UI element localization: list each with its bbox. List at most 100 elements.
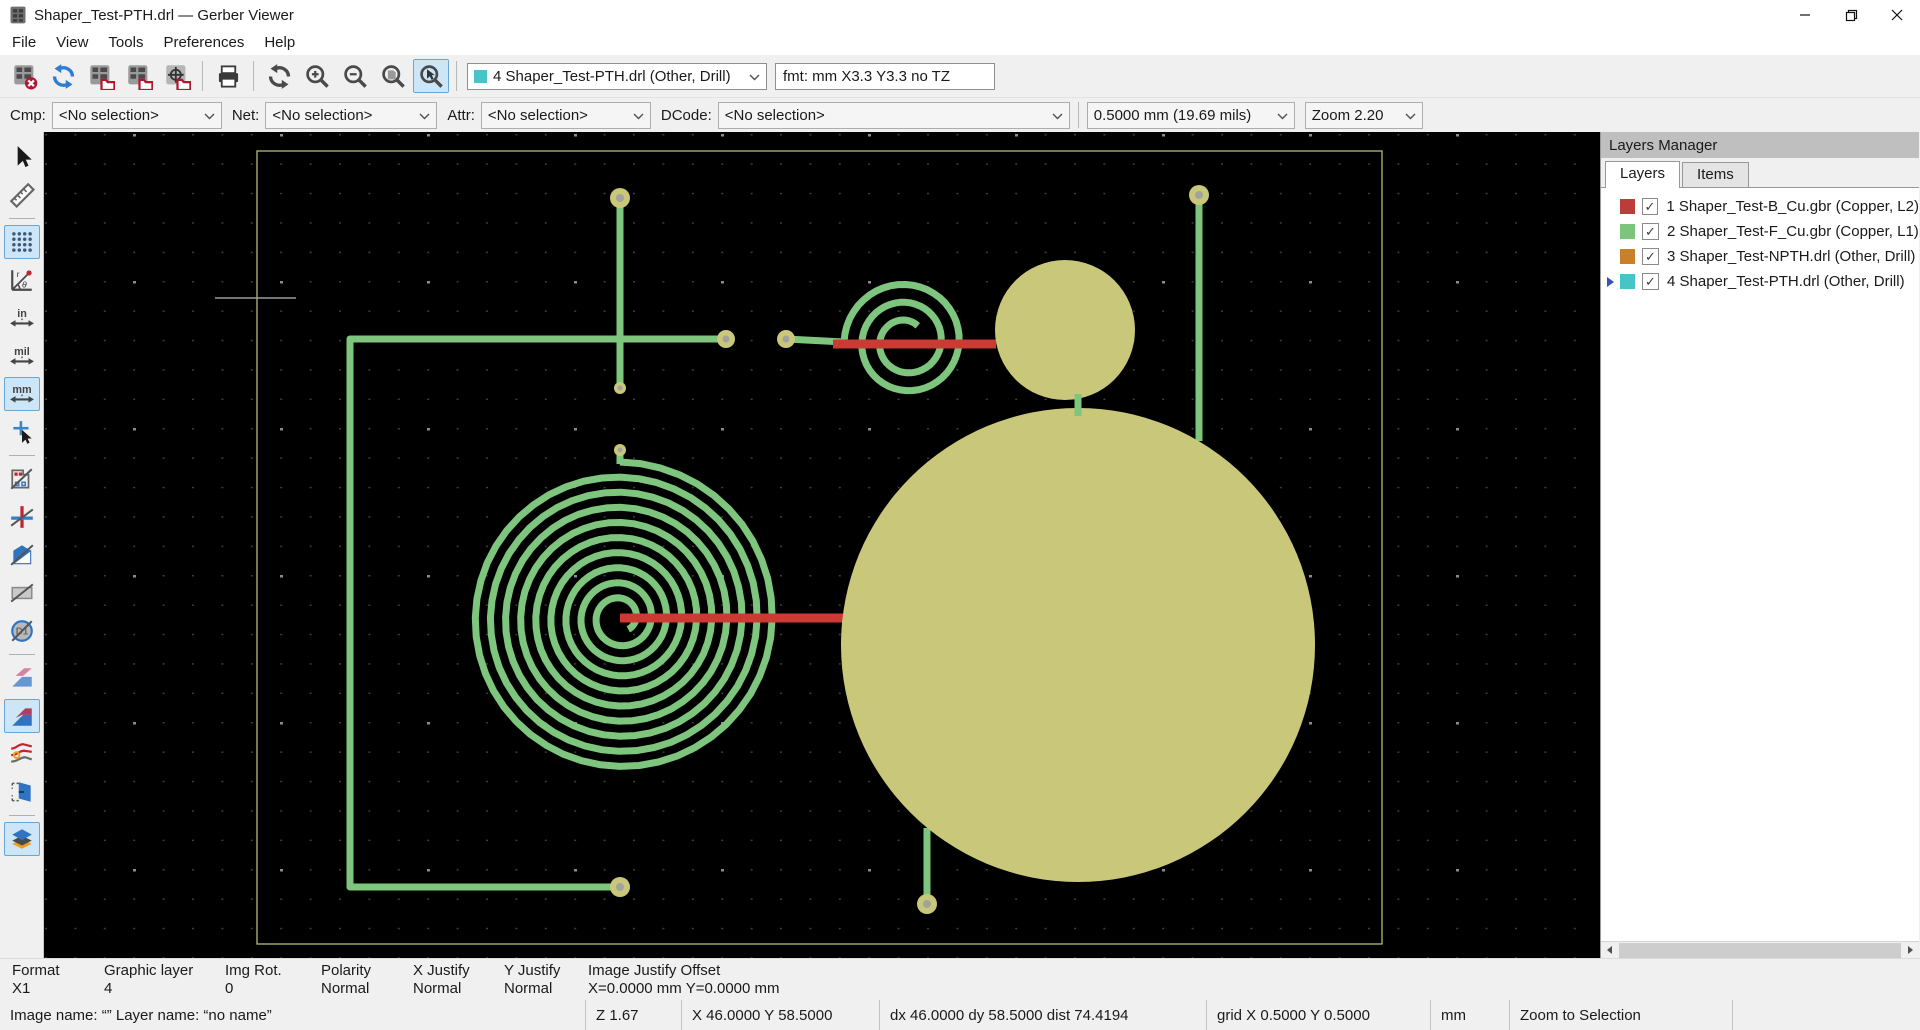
zoom-fit-button[interactable] [375, 59, 411, 93]
layer-color-swatch[interactable] [1620, 274, 1635, 289]
layer-visibility-checkbox[interactable]: ✓ [1642, 223, 1659, 240]
open-gerber-file-icon [88, 63, 115, 90]
tab-items[interactable]: Items [1682, 162, 1749, 187]
show-page-limits-button[interactable] [4, 775, 40, 809]
attr-select[interactable]: <No selection> [481, 102, 651, 129]
select-tool-icon [9, 144, 35, 170]
info-format: FormatX1 [12, 959, 104, 1000]
scroll-left-icon[interactable] [1601, 942, 1618, 959]
clear-all-layers-button[interactable] [7, 59, 43, 93]
chevron-down-icon [1269, 107, 1288, 124]
layer-visibility-checkbox[interactable]: ✓ [1642, 248, 1659, 265]
highlight-net-button[interactable] [4, 737, 40, 771]
status-cell-4: grid X 0.5000 Y 0.5000 [1206, 1000, 1430, 1030]
restore-button[interactable] [1828, 0, 1874, 30]
close-button[interactable] [1874, 0, 1920, 30]
units-mils-icon: mil [9, 343, 35, 369]
layer-name[interactable]: 4 Shaper_Test-PTH.drl (Other, Drill) [1667, 273, 1905, 290]
zoom-fit-icon [380, 63, 407, 90]
menu-tools[interactable]: Tools [98, 32, 153, 53]
scrollbar-thumb[interactable] [1619, 943, 1901, 958]
toolbar-separator [9, 815, 35, 816]
diff-mode-button[interactable] [4, 661, 40, 695]
svg-text:in: in [17, 308, 27, 320]
redraw-view-button[interactable] [261, 59, 297, 93]
sketch-flashed-items-button[interactable] [4, 462, 40, 496]
select-tool-button[interactable] [4, 140, 40, 174]
zoom-out-button[interactable] [337, 59, 373, 93]
toolbar-separator [202, 61, 203, 91]
zoom-in-button[interactable] [299, 59, 335, 93]
menu-file[interactable]: File [2, 32, 46, 53]
sketch-lines-button[interactable] [4, 500, 40, 534]
print-button[interactable] [210, 59, 246, 93]
left-toolbar: rθ in mil mm D1 [0, 132, 44, 958]
layer-color-swatch[interactable] [1620, 199, 1635, 214]
raw-layers-mode-button[interactable] [4, 822, 40, 856]
units-inches-button[interactable]: in [4, 301, 40, 335]
clear-all-layers-icon [12, 63, 39, 90]
polar-coords-icon: rθ [9, 267, 35, 293]
format-info-field[interactable]: fmt: mm X3.3 Y3.3 no TZ [775, 63, 995, 90]
cursor-shape-button[interactable] [4, 415, 40, 449]
gerber-canvas[interactable] [44, 132, 1600, 958]
active-layer-swatch [474, 70, 487, 83]
dcode-select[interactable]: <No selection> [718, 102, 1070, 129]
info-label: Format [12, 962, 104, 980]
title-bar: Shaper_Test-PTH.drl — Gerber Viewer [0, 0, 1920, 30]
zoom-to-selection-button[interactable] [413, 59, 449, 93]
grid-size-select[interactable]: 0.5000 mm (19.69 mils) [1087, 102, 1295, 129]
sketch-polygons-button[interactable] [4, 538, 40, 572]
show-page-limits-icon [9, 779, 35, 805]
filter-toolbar: Cmp: <No selection> Net: <No selection> … [0, 98, 1920, 132]
menu-preferences[interactable]: Preferences [153, 32, 254, 53]
layers-horizontal-scrollbar[interactable] [1601, 941, 1919, 958]
dcode-label: DCode: [661, 107, 712, 124]
units-mils-button[interactable]: mil [4, 339, 40, 373]
chevron-down-icon [625, 107, 644, 124]
layer-color-swatch[interactable] [1620, 249, 1635, 264]
reload-all-layers-button[interactable] [45, 59, 81, 93]
info-value: X1 [12, 980, 104, 998]
units-mm-button[interactable]: mm [4, 377, 40, 411]
layer-name[interactable]: 1 Shaper_Test-B_Cu.gbr (Copper, L2) [1666, 198, 1919, 215]
info-image-justify-offset: Image Justify OffsetX=0.0000 mm Y=0.0000… [588, 959, 780, 1000]
layer-row[interactable]: ✓ 1 Shaper_Test-B_Cu.gbr (Copper, L2) [1601, 194, 1919, 219]
net-select[interactable]: <No selection> [265, 102, 437, 129]
status-bar: Image name: “” Layer name: “no name”Z 1.… [0, 1000, 1920, 1030]
show-dcodes-button[interactable]: D1 [4, 614, 40, 648]
svg-text:mil: mil [14, 346, 30, 358]
zoom-out-icon [342, 63, 369, 90]
active-layer-select[interactable]: 4 Shaper_Test-PTH.drl (Other, Drill) [467, 63, 767, 90]
layer-name[interactable]: 3 Shaper_Test-NPTH.drl (Other, Drill) [1667, 248, 1915, 265]
tab-layers[interactable]: Layers [1605, 161, 1680, 188]
chevron-down-icon [1044, 107, 1063, 124]
info-value: Normal [413, 980, 504, 998]
cmp-select[interactable]: <No selection> [52, 102, 222, 129]
layer-row[interactable]: ✓ 4 Shaper_Test-PTH.drl (Other, Drill) [1601, 269, 1919, 294]
scroll-right-icon[interactable] [1902, 942, 1919, 959]
image-info-bar: FormatX1Graphic layer4Img Rot.0PolarityN… [0, 958, 1920, 1000]
info-value: X=0.0000 mm Y=0.0000 mm [588, 980, 780, 998]
polar-coords-button[interactable]: rθ [4, 263, 40, 297]
layer-color-swatch[interactable] [1620, 224, 1635, 239]
layer-visibility-checkbox[interactable]: ✓ [1642, 198, 1659, 215]
menu-view[interactable]: View [46, 32, 98, 53]
status-cell-5: mm [1430, 1000, 1509, 1030]
layer-name[interactable]: 2 Shaper_Test-F_Cu.gbr (Copper, L1) [1667, 223, 1919, 240]
measure-tool-button[interactable] [4, 178, 40, 212]
grid-toggle-button[interactable] [4, 225, 40, 259]
redraw-view-icon [266, 63, 293, 90]
open-drill-file-icon [164, 63, 191, 90]
layer-row[interactable]: ✓ 2 Shaper_Test-F_Cu.gbr (Copper, L1) [1601, 219, 1919, 244]
show-negative-objects-button[interactable] [4, 576, 40, 610]
layer-row[interactable]: ✓ 3 Shaper_Test-NPTH.drl (Other, Drill) [1601, 244, 1919, 269]
open-gerber-files-button[interactable] [121, 59, 157, 93]
open-drill-file-button[interactable] [159, 59, 195, 93]
zoom-select[interactable]: Zoom 2.20 [1305, 102, 1423, 129]
menu-help[interactable]: Help [254, 32, 305, 53]
layer-visibility-checkbox[interactable]: ✓ [1642, 273, 1659, 290]
open-gerber-file-button[interactable] [83, 59, 119, 93]
normal-mode-button[interactable] [4, 699, 40, 733]
minimize-button[interactable] [1782, 0, 1828, 30]
